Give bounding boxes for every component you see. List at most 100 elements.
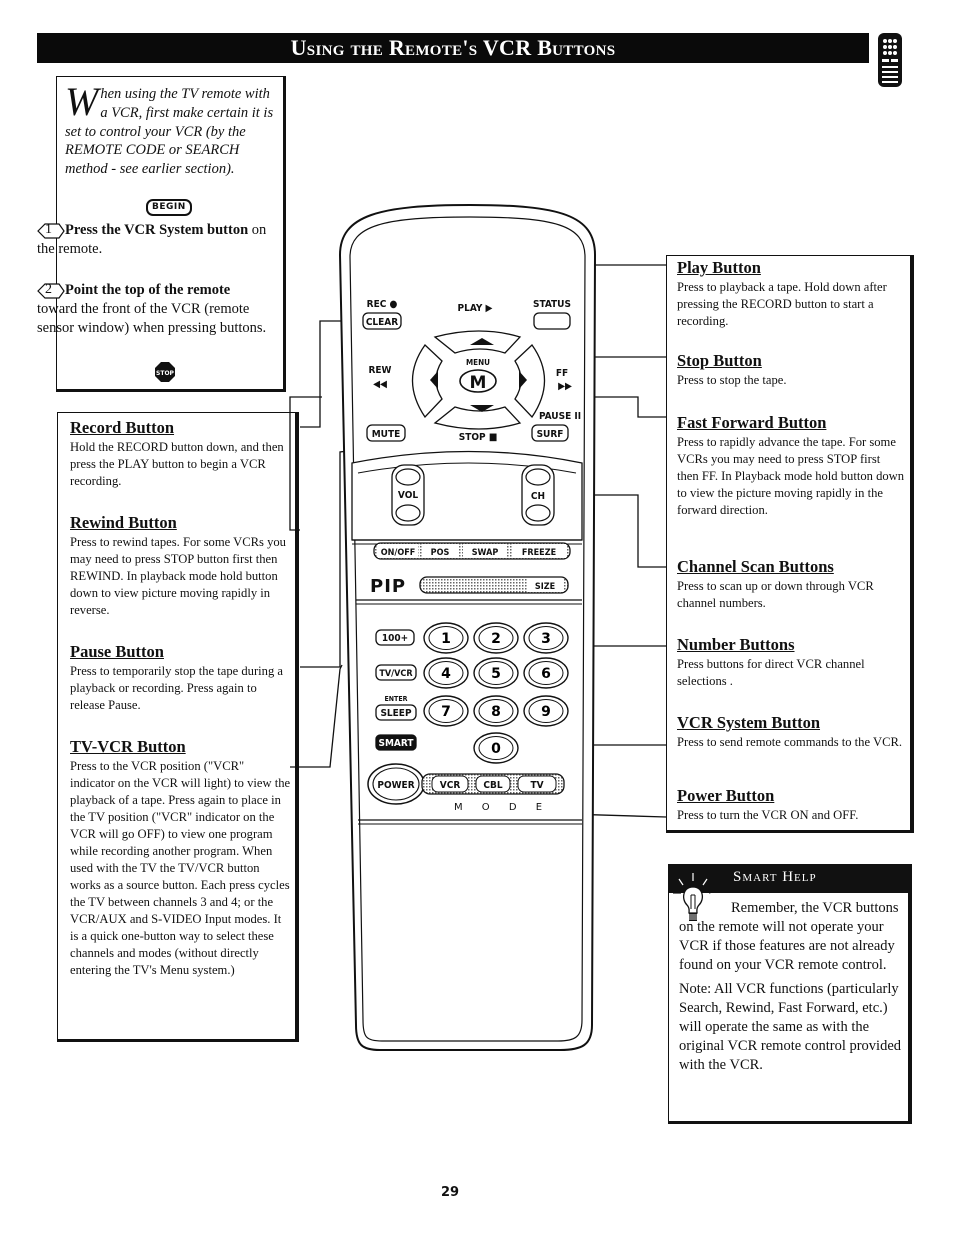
svg-text:MENU: MENU [466, 358, 490, 367]
number-key-label: 2 [491, 631, 501, 647]
section-text: Press to send remote commands to the VCR… [677, 735, 903, 749]
remote-illustration: REC ● CLEAR PLAY ▶ STATUS M MENU REW ◀◀ … [289, 203, 667, 1051]
section-title: Record Button [70, 418, 175, 437]
remote-control-icon [878, 33, 902, 87]
section-title: Stop Button [677, 351, 762, 370]
step-1: 1 Press the VCR System button on the rem… [37, 222, 267, 257]
section-fast-forward-button: Fast Forward Button Press to rapidly adv… [677, 413, 905, 519]
section-text: Hold the RECORD button down, and then pr… [70, 440, 284, 488]
number-key-label: 6 [541, 666, 551, 682]
section-title: Number Buttons [677, 635, 795, 654]
svg-text:CH: CH [531, 491, 545, 502]
svg-text:MUTE: MUTE [372, 429, 401, 440]
pip-size-button[interactable]: SIZE [419, 576, 569, 594]
page-title: Using the Remote's VCR Buttons [290, 35, 616, 60]
number-key-6[interactable]: 6 [523, 657, 569, 689]
pause-label: PAUSE II [539, 411, 581, 422]
smart-help-paragraph: Note: All VCR functions (particularly Se… [679, 981, 902, 1073]
section-rewind-button: Rewind Button Press to rewind tapes. For… [70, 513, 290, 619]
section-title: Fast Forward Button [677, 413, 827, 432]
begin-badge: BEGIN [146, 199, 192, 216]
svg-text:POS: POS [431, 548, 450, 558]
number-key-5[interactable]: 5 [473, 657, 519, 689]
status-button[interactable] [533, 312, 571, 330]
section-number-buttons: Number Buttons Press buttons for direct … [677, 635, 905, 690]
svg-text:STOP: STOP [156, 370, 175, 377]
number-key-label: 0 [491, 741, 501, 757]
section-text: Press to the VCR position ("VCR" indicat… [70, 759, 291, 977]
number-key-label: 4 [441, 666, 451, 682]
svg-text:ON/OFF: ON/OFF [381, 548, 416, 558]
number-key-0[interactable]: 0 [473, 732, 519, 764]
section-tv-vcr-button: TV-VCR Button Press to the VCR position … [70, 737, 292, 979]
mute-button[interactable]: MUTE [366, 424, 406, 442]
section-text: Press buttons for direct VCR channel sel… [677, 657, 865, 688]
page-number: 29 [440, 1185, 460, 1200]
play-label: PLAY ▶ [458, 303, 493, 314]
number-key-9[interactable]: 9 [523, 695, 569, 727]
svg-text:100+: 100+ [382, 633, 408, 644]
number-key-label: 9 [541, 704, 551, 720]
svg-text:SLEEP: SLEEP [380, 708, 412, 719]
status-label: STATUS [533, 299, 571, 310]
section-title: TV-VCR Button [70, 737, 186, 756]
surf-pause-button[interactable]: SURF [531, 424, 569, 442]
ff-label: FF [556, 368, 568, 379]
svg-text:VOL: VOL [398, 490, 418, 501]
leader-rewind [289, 396, 322, 531]
smart-help-box: Smart Help Remember, the VCR buttons on … [668, 864, 912, 1124]
svg-text:TV: TV [530, 780, 543, 791]
section-text: Press to scan up or down through VCR cha… [677, 579, 874, 610]
number-key-label: 8 [491, 704, 501, 720]
right-descriptions-box: Play Button Press to playback a tape. Ho… [666, 255, 914, 833]
intro-text: When using the TV remote with a VCR, fir… [65, 82, 277, 179]
svg-text:M: M [470, 373, 487, 393]
rew-label: REW [368, 365, 391, 376]
section-text: Press to playback a tape. Hold down afte… [677, 280, 887, 328]
stop-sign-icon: STOP [155, 362, 175, 382]
intro-box: When using the TV remote with a VCR, fir… [37, 76, 286, 392]
section-text: Press to stop the tape. [677, 373, 787, 387]
sleep-enter-button[interactable]: SLEEP [375, 704, 417, 721]
section-title: Channel Scan Buttons [677, 557, 834, 576]
left-descriptions-box: Record Button Hold the RECORD button dow… [57, 412, 299, 1042]
tv-vcr-button[interactable]: TV/VCR [375, 664, 417, 681]
pip-button-row: ON/OFF POS SWAP FREEZE [373, 542, 571, 560]
section-pause-button: Pause Button Press to temporarily stop t… [70, 642, 290, 714]
clear-button[interactable]: CLEAR [362, 312, 402, 330]
smart-help-paragraph: Remember, the VCR buttons on the remote … [679, 900, 899, 973]
section-power-button: Power Button Press to turn the VCR ON an… [677, 786, 905, 824]
power-button[interactable]: POWER [367, 763, 425, 805]
smart-button[interactable]: SMART [375, 734, 417, 751]
number-key-2[interactable]: 2 [473, 622, 519, 654]
number-key-1[interactable]: 1 [423, 622, 469, 654]
number-key-7[interactable]: 7 [423, 695, 469, 727]
number-key-8[interactable]: 8 [473, 695, 519, 727]
rew-symbol: ◀◀ [373, 379, 387, 390]
leader-tvvcr [290, 664, 343, 768]
number-key-4[interactable]: 4 [423, 657, 469, 689]
svg-text:TV/VCR: TV/VCR [379, 669, 413, 679]
svg-text:SIZE: SIZE [535, 582, 555, 592]
section-text: Press to turn the VCR ON and OFF. [677, 808, 859, 822]
svg-text:POWER: POWER [377, 780, 414, 791]
stop-label: STOP ■ [459, 432, 498, 443]
section-text: Press to rewind tapes. For some VCRs you… [70, 535, 286, 617]
section-vcr-system-button: VCR System Button Press to send remote c… [677, 713, 905, 751]
number-key-3[interactable]: 3 [523, 622, 569, 654]
channel-rocker[interactable]: CH [521, 464, 555, 526]
number-key-label: 5 [491, 666, 501, 682]
step-2: 2 Point the top of the remote toward the… [37, 282, 267, 336]
mode-selector: VCR CBL TV [421, 773, 565, 795]
svg-text:CBL: CBL [483, 780, 502, 791]
number-key-label: 1 [441, 631, 451, 647]
section-play-button: Play Button Press to playback a tape. Ho… [677, 258, 905, 330]
section-text: Press to rapidly advance the tape. For s… [677, 435, 905, 517]
volume-rocker[interactable]: VOL [391, 464, 425, 526]
section-title: Play Button [677, 258, 761, 277]
100-plus-button[interactable]: 100+ [375, 629, 415, 646]
section-record-button: Record Button Hold the RECORD button dow… [70, 418, 290, 490]
mode-label: M O D E [454, 802, 550, 813]
smart-help-title: Smart Help [733, 869, 817, 885]
section-title: Rewind Button [70, 513, 177, 532]
